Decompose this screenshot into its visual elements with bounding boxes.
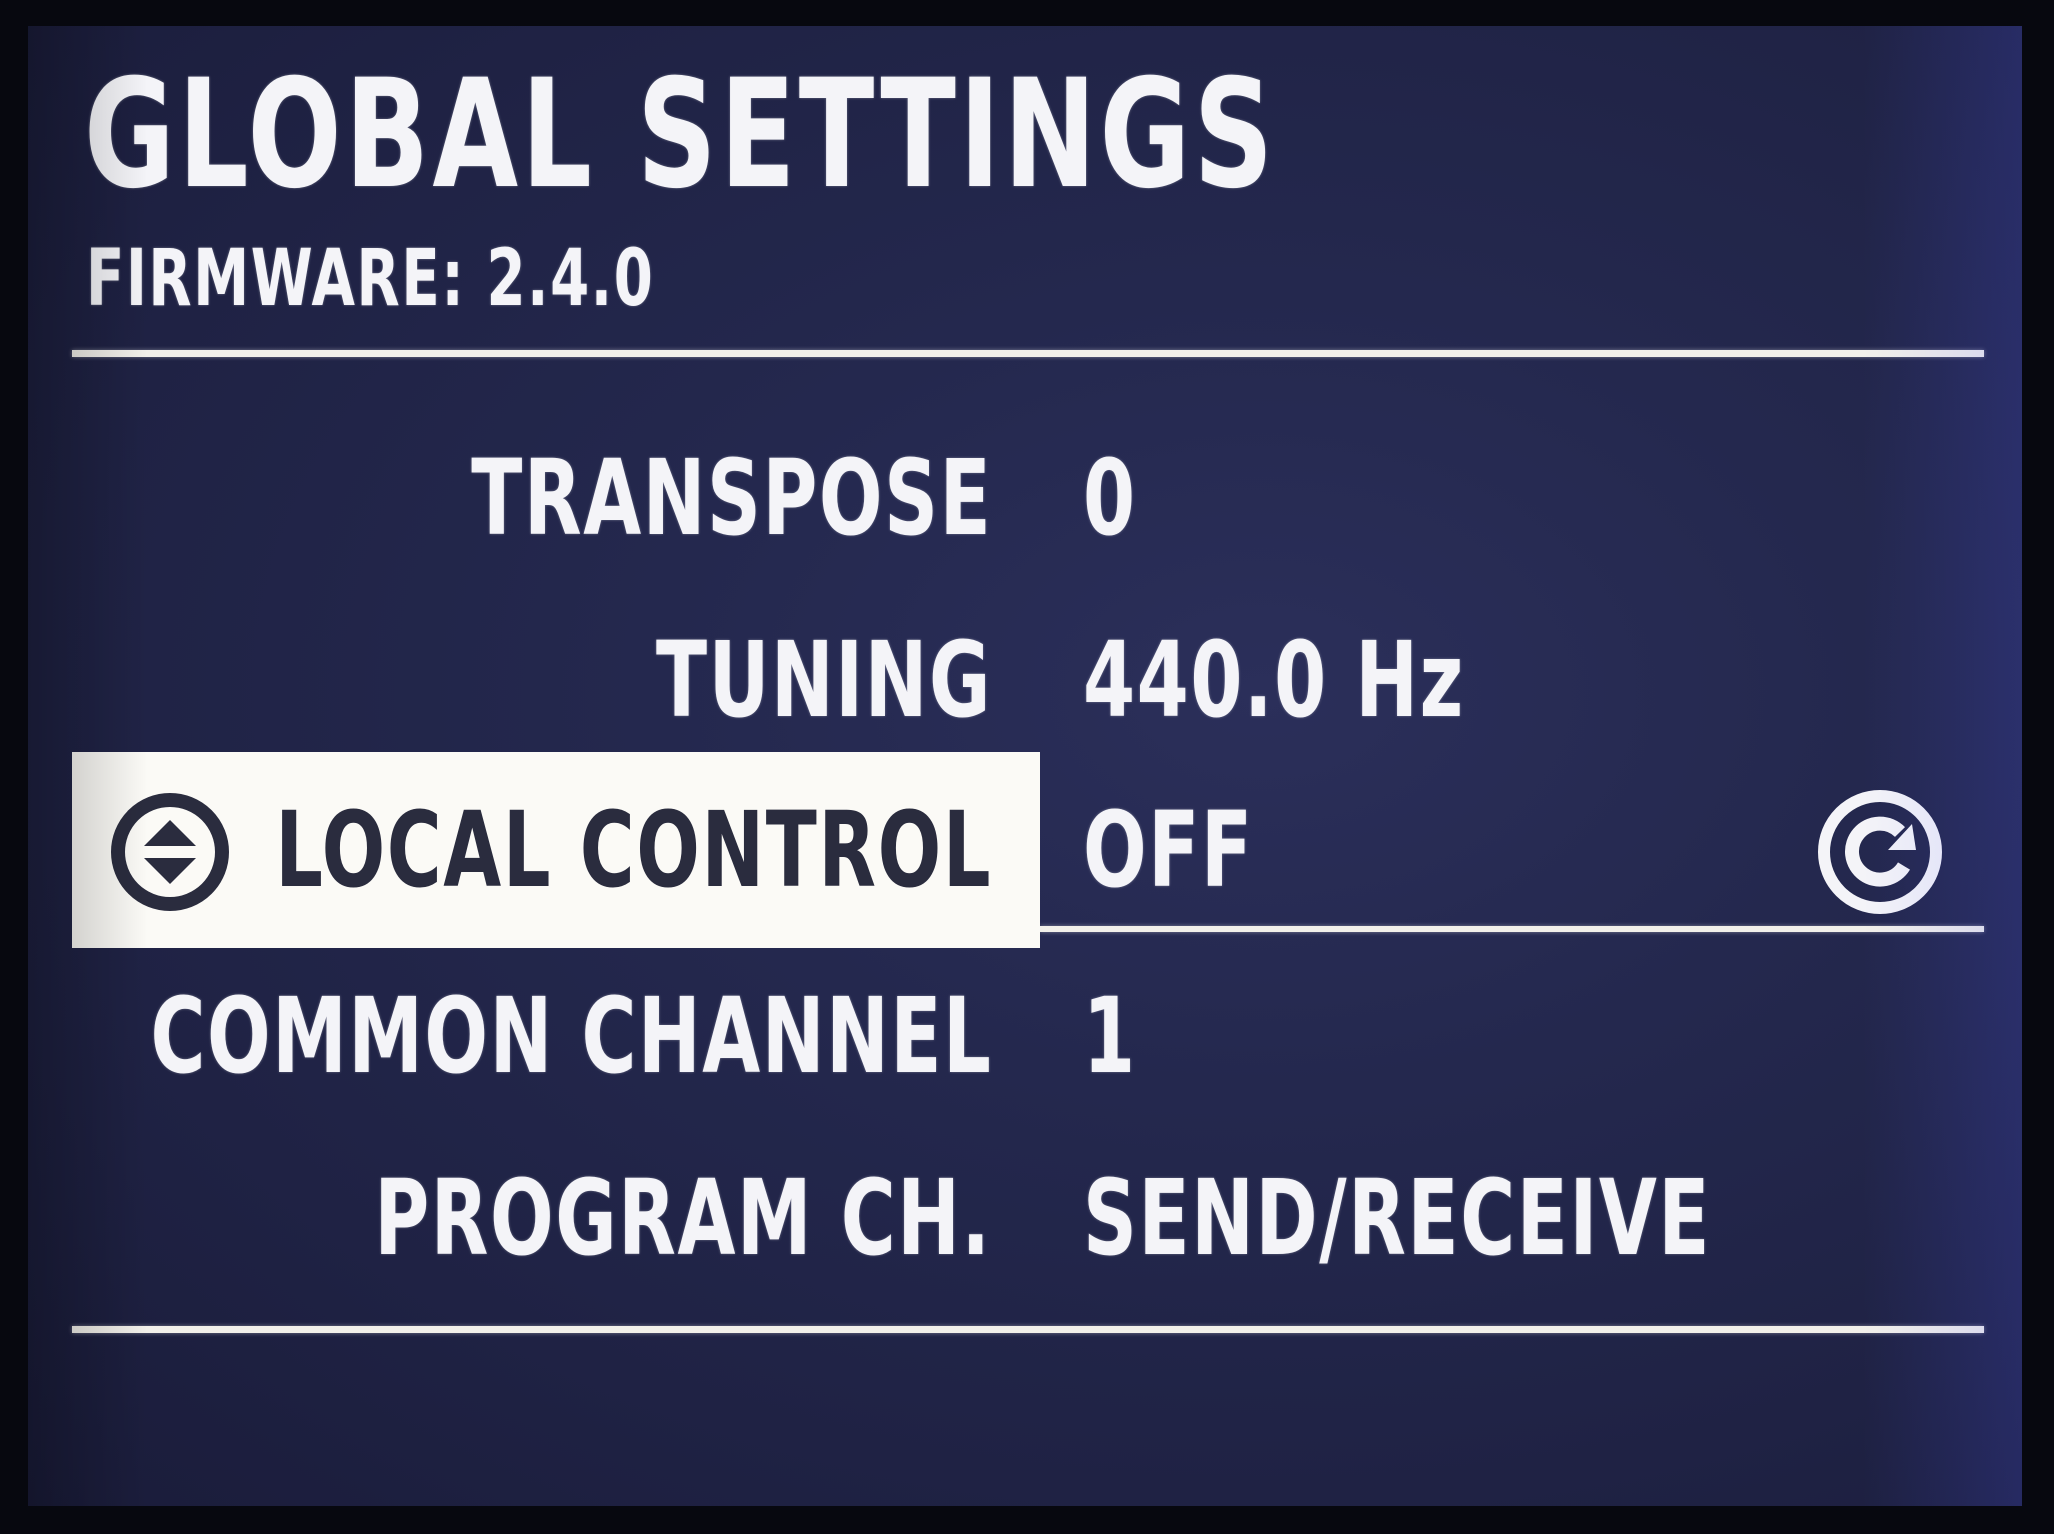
up-down-arrows-icon[interactable] [110, 792, 230, 912]
page-title: GLOBAL SETTINGS [84, 48, 1277, 222]
setting-label-tuning: TUNING [656, 619, 992, 741]
setting-value-common-channel[interactable]: 1 [1083, 976, 1137, 1096]
bottom-divider [72, 1326, 1984, 1333]
firmware-version: FIRMWARE: 2.4.0 [86, 234, 655, 324]
setting-value-transpose[interactable]: 0 [1083, 438, 1137, 558]
setting-value-program-ch[interactable]: SEND/RECEIVE [1083, 1158, 1711, 1278]
setting-label-local-control: LOCAL CONTROL [275, 789, 992, 911]
reset-circular-arrow-icon[interactable] [1816, 788, 1944, 916]
top-divider [72, 350, 1984, 357]
setting-label-program-ch: PROGRAM CH. [374, 1157, 992, 1279]
device-bezel: GLOBAL SETTINGS FIRMWARE: 2.4.0 TRANSPOS… [0, 0, 2054, 1534]
setting-value-local-control[interactable]: OFF [1083, 790, 1254, 910]
setting-label-transpose: TRANSPOSE [470, 437, 992, 559]
setting-value-tuning[interactable]: 440.0 Hz [1083, 620, 1465, 740]
selected-row-underline [1040, 926, 1984, 932]
setting-label-common-channel: COMMON CHANNEL [150, 975, 992, 1097]
display-screen: GLOBAL SETTINGS FIRMWARE: 2.4.0 TRANSPOS… [28, 26, 2022, 1506]
